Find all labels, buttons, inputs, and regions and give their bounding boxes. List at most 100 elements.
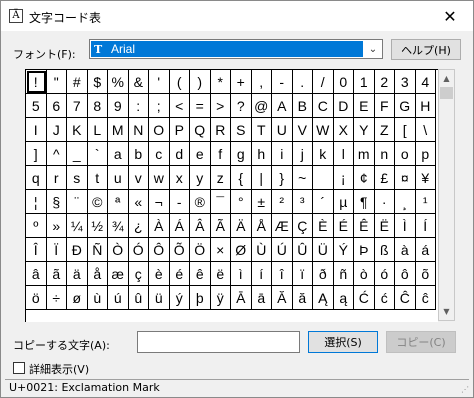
char-cell[interactable]: m [354,142,375,166]
char-cell[interactable]: û [128,286,149,310]
char-cell[interactable]: t [87,166,108,190]
char-cell[interactable]: ć [374,286,395,310]
char-cell[interactable]: D [333,94,354,118]
char-cell[interactable]: * [210,70,231,94]
char-cell[interactable]: Y [354,118,375,142]
char-cell[interactable]: Ï [46,238,67,262]
char-cell[interactable]: Ā [231,286,252,310]
char-cell[interactable]: ³ [292,190,313,214]
char-cell[interactable]: . [292,70,313,94]
char-cell[interactable]: ¬ [149,190,170,214]
char-cell[interactable]: Ð [67,238,88,262]
char-cell[interactable]: s [67,166,88,190]
char-cell[interactable]: > [210,94,231,118]
advanced-view-checkbox[interactable] [13,362,25,374]
char-cell[interactable]: ê [190,262,211,286]
char-cell[interactable]: ´ [313,190,334,214]
char-cell[interactable]: i [272,142,293,166]
char-cell[interactable]: ¥ [415,166,436,190]
char-cell[interactable]: ë [210,262,231,286]
char-cell[interactable]: z [210,166,231,190]
char-cell[interactable]: Ê [354,214,375,238]
char-cell[interactable]: ç [128,262,149,286]
help-button[interactable]: ヘルプ(H) [391,39,461,60]
char-cell[interactable]: Æ [272,214,293,238]
char-cell[interactable]: Ć [354,286,375,310]
char-cell[interactable]: Ç [292,214,313,238]
char-cell[interactable]: ô [395,262,416,286]
char-cell[interactable]: & [128,70,149,94]
char-cell[interactable]: k [313,142,334,166]
char-cell[interactable]: Â [190,214,211,238]
char-cell[interactable]: % [108,70,129,94]
char-cell[interactable]: q [26,166,47,190]
char-cell[interactable]: £ [374,166,395,190]
char-cell[interactable]: ( [169,70,190,94]
title-bar[interactable]: Ä 文字コード表 ✕ [1,1,473,31]
char-cell[interactable]: Þ [354,238,375,262]
char-cell[interactable]: Õ [169,238,190,262]
char-cell[interactable]: p [415,142,436,166]
char-cell[interactable]: Ü [313,238,334,262]
char-cell[interactable]: C [313,94,334,118]
char-cell[interactable]: x [169,166,190,190]
char-cell[interactable]: ¿ [128,214,149,238]
char-cell[interactable]: d [169,142,190,166]
char-cell[interactable]: 5 [26,94,47,118]
char-cell[interactable]: © [87,190,108,214]
char-cell[interactable]: c [149,142,170,166]
char-cell[interactable]: G [395,94,416,118]
char-cell[interactable]: $ [87,70,108,94]
char-cell[interactable]: ì [231,262,252,286]
char-cell[interactable]: ã [46,262,67,286]
char-cell[interactable]: R [210,118,231,142]
font-dropdown[interactable]: T Arial ⌄ [89,39,383,59]
char-cell[interactable]: , [251,70,272,94]
char-cell[interactable]: ¢ [354,166,375,190]
char-cell[interactable]: L [87,118,108,142]
char-cell[interactable]: æ [108,262,129,286]
char-cell[interactable]: ® [190,190,211,214]
char-cell[interactable]: N [128,118,149,142]
char-cell[interactable]: ^ [46,142,67,166]
char-cell[interactable]: Ö [190,238,211,262]
char-cell[interactable]: ' [149,70,170,94]
char-cell[interactable]: h [251,142,272,166]
char-cell[interactable]: _ [67,142,88,166]
char-cell[interactable]: I [26,118,47,142]
char-cell[interactable]: ý [169,286,190,310]
char-cell[interactable]: B [292,94,313,118]
char-cell[interactable]: ¡ [333,166,354,190]
char-cell[interactable]: ¸ [395,190,416,214]
char-cell[interactable]: Ã [210,214,231,238]
char-cell[interactable]: ÿ [210,286,231,310]
char-cell[interactable]: 7 [67,94,88,118]
char-cell[interactable]: 3 [395,70,416,94]
char-cell[interactable]: @ [251,94,272,118]
char-cell[interactable]: ¾ [108,214,129,238]
char-cell[interactable]: + [231,70,252,94]
char-cell[interactable]: ± [251,190,272,214]
char-cell[interactable]: Ú [272,238,293,262]
char-cell[interactable]: ° [231,190,252,214]
char-cell[interactable]: å [87,262,108,286]
char-cell[interactable]: Ý [333,238,354,262]
char-cell[interactable]: 1 [354,70,375,94]
char-cell[interactable]: ` [87,142,108,166]
char-cell[interactable]: º [26,214,47,238]
char-cell[interactable]: | [251,166,272,190]
char-cell[interactable]: U [272,118,293,142]
char-cell[interactable]: E [354,94,375,118]
char-cell[interactable]: í [251,262,272,286]
char-cell[interactable]: \ [415,118,436,142]
char-cell[interactable]: O [149,118,170,142]
char-cell[interactable]: Í [415,214,436,238]
char-cell[interactable]: l [333,142,354,166]
char-cell[interactable]: ¨ [67,190,88,214]
char-cell[interactable]: é [169,262,190,286]
char-cell[interactable]: ª [108,190,129,214]
char-cell[interactable]: y [190,166,211,190]
char-cell[interactable]: } [272,166,293,190]
char-cell[interactable]: ą [333,286,354,310]
char-cell[interactable]: - [272,70,293,94]
